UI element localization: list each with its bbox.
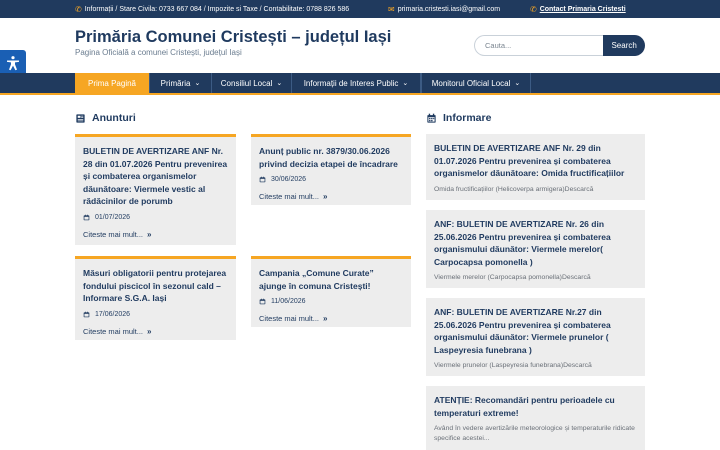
informare-title: Informare (443, 112, 492, 124)
news-date: 17/06/2026 (83, 311, 228, 318)
nav-item-consiliul-local[interactable]: Consiliul Local ⌄ (212, 73, 292, 93)
anunturi-heading: Anunturi (75, 112, 136, 124)
search-form: Search (474, 35, 645, 56)
info-item: ANF: BULETIN DE AVERTIZARE Nr. 26 din 25… (426, 210, 645, 288)
read-more-label: Citeste mai mult... (83, 326, 144, 336)
phone-text: Informații / Stare Civila: 0733 667 084 … (84, 5, 350, 13)
double-chevron-right-icon: » (147, 229, 152, 239)
info-excerpt: Viermele merelor (Carpocapsa pomonella)D… (434, 274, 591, 281)
news-card: Campania „Comune Curate” ajunge în comun… (251, 256, 411, 327)
main-nav: Prima Pagină Primăria ⌄ Consiliul Local … (0, 73, 720, 95)
news-card: Măsuri obligatorii pentru protejarea fon… (75, 256, 236, 340)
email-info[interactable]: ✉ primaria.cristesti.iasi@gmail.com (388, 0, 500, 18)
info-item: ATENȚIE: Recomandări pentru perioadele c… (426, 386, 645, 450)
news-date-text: 11/06/2026 (271, 298, 306, 305)
news-card: Anunț public nr. 3879/30.06.2026 privind… (251, 134, 411, 205)
chevron-down-icon: ⌄ (514, 80, 521, 87)
newspaper-icon (76, 113, 85, 123)
phone-icon: ✆ (530, 4, 537, 14)
nav-item-informatii[interactable]: Informații de Interes Public ⌄ (292, 73, 421, 93)
read-more-link[interactable]: Citeste mai mult... » (259, 314, 403, 323)
informare-heading: Informare (426, 112, 491, 124)
read-more-label: Citeste mai mult... (259, 192, 320, 201)
nav-item-label: Primăria (160, 78, 191, 88)
calendar-icon (259, 176, 266, 183)
chevron-down-icon: ⌄ (194, 80, 201, 87)
phone-info: ✆ Informații / Stare Civila: 0733 667 08… (75, 0, 349, 18)
news-date: 11/06/2026 (259, 298, 403, 305)
top-info-bar: ✆ Informații / Stare Civila: 0733 667 08… (0, 0, 720, 18)
news-title[interactable]: Anunț public nr. 3879/30.06.2026 privind… (259, 145, 403, 170)
calendar-icon (427, 113, 436, 123)
double-chevron-right-icon: » (323, 314, 328, 323)
chevron-down-icon: ⌄ (276, 80, 283, 87)
site-tagline: Pagina Oficială a comunei Cristești, jud… (75, 48, 242, 57)
read-more-link[interactable]: Citeste mai mult... » (259, 192, 403, 201)
phone-icon: ✆ (75, 4, 82, 14)
anunturi-title: Anunturi (92, 112, 136, 124)
info-title[interactable]: ATENȚIE: Recomandări pentru perioadele c… (434, 394, 637, 419)
chevron-down-icon: ⌄ (402, 80, 409, 87)
info-excerpt: Omida fructificațiilor (Helicoverpa armi… (434, 185, 594, 193)
envelope-icon: ✉ (388, 4, 395, 14)
calendar-icon (83, 311, 90, 317)
info-excerpt: Viermele prunelor (Laspeyresia funebrana… (434, 362, 592, 369)
calendar-icon (259, 298, 266, 305)
accessibility-icon (7, 56, 19, 71)
info-excerpt: Având în vedere avertizările meteorologi… (434, 425, 635, 442)
search-button[interactable]: Search (603, 35, 645, 56)
info-item: BULETIN DE AVERTIZARE ANF Nr. 29 din 01.… (426, 134, 645, 200)
read-more-link[interactable]: Citeste mai mult... » (83, 327, 228, 336)
email-link[interactable]: primaria.cristesti.iasi@gmail.com (398, 6, 500, 13)
news-title[interactable]: BULETIN DE AVERTIZARE ANF Nr. 28 din 01.… (83, 145, 228, 208)
search-input[interactable] (474, 35, 604, 56)
news-title[interactable]: Campania „Comune Curate” ajunge în comun… (259, 267, 403, 292)
nav-item-label: Consiliul Local (220, 78, 273, 88)
read-more-label: Citeste mai mult... (83, 229, 144, 239)
nav-item-primaria[interactable]: Primăria ⌄ (150, 73, 212, 93)
news-date: 01/07/2026 (83, 214, 228, 221)
nav-item-prima-pagina[interactable]: Prima Pagină (75, 73, 150, 93)
info-item: ANF: BULETIN DE AVERTIZARE Nr.27 din 25.… (426, 298, 645, 376)
read-more-label: Citeste mai mult... (259, 314, 320, 323)
news-date-text: 17/06/2026 (95, 310, 131, 318)
read-more-link[interactable]: Citeste mai mult... » (83, 230, 228, 239)
nav-item-monitorul[interactable]: Monitorul Oficial Local ⌄ (421, 73, 531, 93)
news-date-text: 30/06/2026 (271, 176, 307, 183)
nav-item-label: Prima Pagină (87, 78, 137, 88)
nav-item-label: Informații de Interes Public (303, 78, 399, 88)
news-date: 30/06/2026 (259, 176, 403, 183)
info-title[interactable]: BULETIN DE AVERTIZARE ANF Nr. 29 din 01.… (434, 142, 637, 180)
contact-link[interactable]: Contact Primaria Cristesti (540, 6, 626, 13)
nav-item-label: Monitorul Oficial Local (431, 78, 511, 88)
double-chevron-right-icon: » (147, 326, 152, 336)
contact-info[interactable]: ✆ Contact Primaria Cristesti (530, 0, 626, 18)
news-date-text: 01/07/2026 (95, 213, 131, 221)
info-title[interactable]: ANF: BULETIN DE AVERTIZARE Nr. 26 din 25… (434, 218, 637, 268)
calendar-icon (83, 214, 90, 220)
info-title[interactable]: ANF: BULETIN DE AVERTIZARE Nr.27 din 25.… (434, 306, 637, 356)
news-title[interactable]: Măsuri obligatorii pentru protejarea fon… (83, 267, 228, 305)
double-chevron-right-icon: » (323, 192, 328, 201)
news-card: BULETIN DE AVERTIZARE ANF Nr. 28 din 01.… (75, 134, 236, 245)
site-title[interactable]: Primăria Comunei Cristești – județul Iaș… (75, 28, 391, 47)
